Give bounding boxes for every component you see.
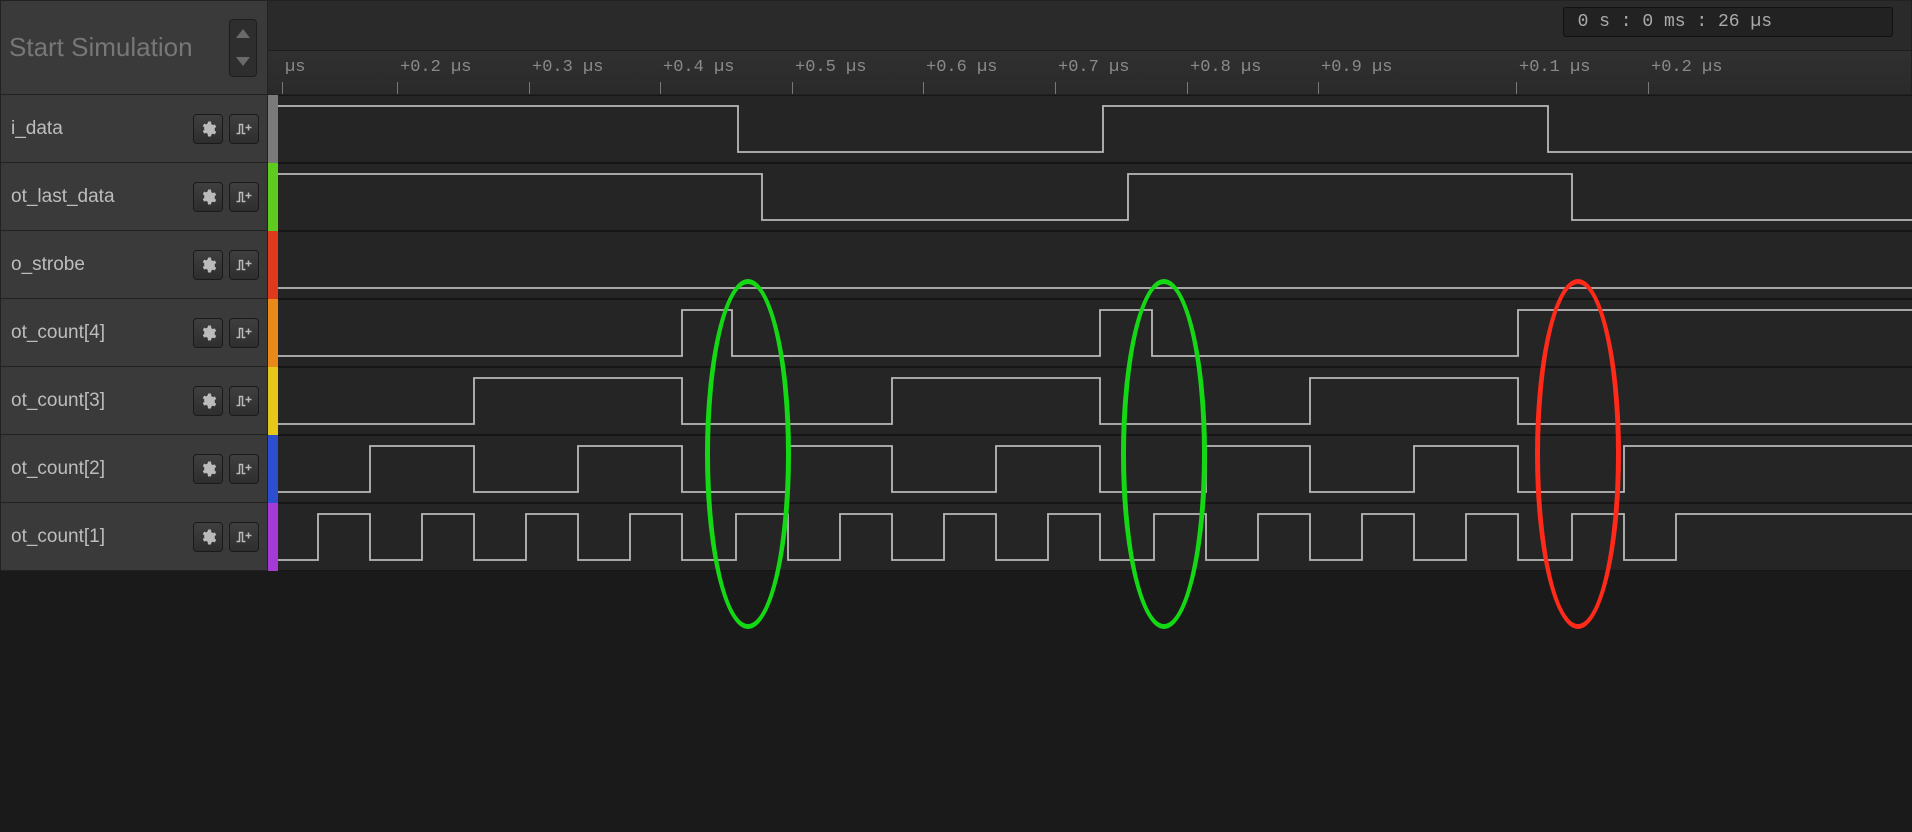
signal-label: ot_last_data	[0, 163, 268, 231]
add-trigger-button[interactable]	[229, 250, 259, 280]
gear-icon	[199, 392, 217, 410]
signal-name: ot_last_data	[11, 186, 193, 208]
pulse-icon	[235, 256, 253, 274]
signal-label: ot_count[1]	[0, 503, 268, 571]
signal-name: o_strobe	[11, 254, 193, 276]
signal-color-chip	[268, 163, 278, 231]
add-trigger-button[interactable]	[229, 386, 259, 416]
ruler-tick: +0.3 µs	[529, 82, 605, 94]
ruler-tick: µs	[282, 82, 307, 94]
settings-button[interactable]	[193, 182, 223, 212]
settings-button[interactable]	[193, 386, 223, 416]
signal-label: o_strobe	[0, 231, 268, 299]
waveform[interactable]	[278, 435, 1912, 503]
waveform[interactable]	[278, 503, 1912, 571]
ruler-tick: +0.1 µs	[1516, 82, 1592, 94]
signal-row-ot_count2: ot_count[2]	[0, 435, 1912, 503]
waveform[interactable]	[278, 231, 1912, 299]
signal-label: i_data	[0, 95, 268, 163]
signal-name: i_data	[11, 118, 193, 140]
settings-button[interactable]	[193, 114, 223, 144]
signal-rows: i_data ot_last_data o_strobe ot_count[4] ot_…	[0, 95, 1912, 571]
ruler-tick: +0.5 µs	[792, 82, 868, 94]
start-simulation-button[interactable]: Start Simulation	[9, 32, 193, 63]
signal-row-o_strobe: o_strobe	[0, 231, 1912, 299]
time-ruler[interactable]: µs +0.2 µs +0.3 µs +0.4 µs +0.5 µs +0.6 µs +0.…	[268, 50, 1911, 94]
sidebar-header: Start Simulation	[0, 0, 268, 95]
settings-button[interactable]	[193, 250, 223, 280]
add-trigger-button[interactable]	[229, 182, 259, 212]
gear-icon	[199, 460, 217, 478]
pulse-icon	[235, 324, 253, 342]
ruler-tick: +0.2 µs	[1648, 82, 1724, 94]
signal-name: ot_count[1]	[11, 526, 193, 548]
time-cursor-readout: 0 s : 0 ms : 26 µs	[1563, 7, 1893, 37]
gear-icon	[199, 256, 217, 274]
ruler-tick: +0.6 µs	[923, 82, 999, 94]
signal-name: ot_count[4]	[11, 322, 193, 344]
gear-icon	[199, 188, 217, 206]
signal-label: ot_count[2]	[0, 435, 268, 503]
add-trigger-button[interactable]	[229, 114, 259, 144]
pulse-icon	[235, 392, 253, 410]
gear-icon	[199, 528, 217, 546]
pulse-icon	[235, 120, 253, 138]
settings-button[interactable]	[193, 318, 223, 348]
signal-row-ot_count3: ot_count[3]	[0, 367, 1912, 435]
pulse-icon	[235, 188, 253, 206]
add-trigger-button[interactable]	[229, 318, 259, 348]
waveform[interactable]	[278, 163, 1912, 231]
signal-row-i_data: i_data	[0, 95, 1912, 163]
signal-color-chip	[268, 95, 278, 163]
timeline-header: 0 s : 0 ms : 26 µs µs +0.2 µs +0.3 µs +0.4 …	[268, 0, 1912, 95]
signal-name: ot_count[2]	[11, 458, 193, 480]
waveform[interactable]	[278, 299, 1912, 367]
ruler-tick: +0.9 µs	[1318, 82, 1394, 94]
ruler-tick: +0.7 µs	[1055, 82, 1131, 94]
chevron-down-icon[interactable]	[236, 57, 250, 66]
time-step-spinner[interactable]	[229, 19, 257, 77]
settings-button[interactable]	[193, 522, 223, 552]
gear-icon	[199, 324, 217, 342]
signal-label: ot_count[4]	[0, 299, 268, 367]
settings-button[interactable]	[193, 454, 223, 484]
waveform[interactable]	[278, 95, 1912, 163]
signal-color-chip	[268, 367, 278, 435]
gear-icon	[199, 120, 217, 138]
signal-name: ot_count[3]	[11, 390, 193, 412]
signal-row-ot_last_data: ot_last_data	[0, 163, 1912, 231]
top-bar: Start Simulation 0 s : 0 ms : 26 µs µs +0…	[0, 0, 1912, 95]
add-trigger-button[interactable]	[229, 454, 259, 484]
add-trigger-button[interactable]	[229, 522, 259, 552]
ruler-tick: +0.8 µs	[1187, 82, 1263, 94]
signal-color-chip	[268, 299, 278, 367]
signal-color-chip	[268, 231, 278, 299]
chevron-up-icon[interactable]	[236, 29, 250, 38]
signal-color-chip	[268, 435, 278, 503]
signal-row-ot_count1: ot_count[1]	[0, 503, 1912, 571]
pulse-icon	[235, 528, 253, 546]
signal-row-ot_count4: ot_count[4]	[0, 299, 1912, 367]
pulse-icon	[235, 460, 253, 478]
signal-color-chip	[268, 503, 278, 571]
ruler-tick: +0.2 µs	[397, 82, 473, 94]
waveform[interactable]	[278, 367, 1912, 435]
signal-label: ot_count[3]	[0, 367, 268, 435]
ruler-tick: +0.4 µs	[660, 82, 736, 94]
app-root: Start Simulation 0 s : 0 ms : 26 µs µs +0…	[0, 0, 1912, 832]
